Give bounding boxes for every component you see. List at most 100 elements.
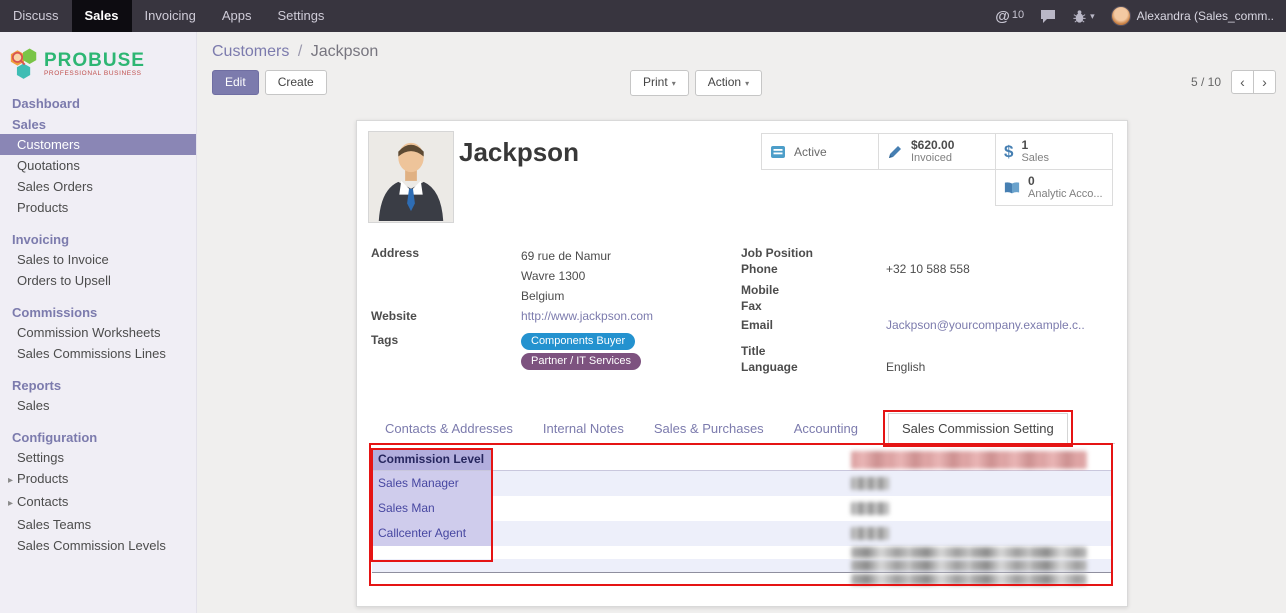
user-menu[interactable]: Alexandra (Sales_comm.. <box>1111 6 1274 26</box>
table-row <box>372 546 1111 559</box>
analytic-stat-button[interactable]: 0 Analytic Acco... <box>995 169 1113 206</box>
print-dropdown[interactable]: Print▾ <box>630 70 689 96</box>
user-name: Alexandra (Sales_comm.. <box>1137 9 1274 23</box>
phone-field: Phone +32 10 588 558 <box>741 262 1115 278</box>
topbar: Discuss Sales Invoicing Apps Settings @ … <box>0 0 1286 32</box>
table-row <box>372 559 1111 572</box>
breadcrumb: Customers / Jackpson <box>197 32 1286 61</box>
tag-partner-it-services: Partner / IT Services <box>521 353 641 370</box>
sidebar-item-config-settings[interactable]: Settings <box>0 447 196 468</box>
caret-down-icon: ▾ <box>672 79 676 88</box>
sidebar-item-reports-sales[interactable]: Sales <box>0 395 196 416</box>
commission-level-cell[interactable]: Sales Manager <box>372 471 492 496</box>
commission-level-cell[interactable]: Sales Man <box>372 496 492 521</box>
customer-photo <box>368 131 454 223</box>
pager-counter: 5 / 10 <box>1191 75 1221 89</box>
sidebar-item-sales-teams[interactable]: Sales Teams <box>0 514 196 535</box>
tab-accounting[interactable]: Accounting <box>794 415 858 443</box>
address-field: Address 69 rue de Namur Wavre 1300 Belgi… <box>371 246 733 306</box>
invoiced-label: Invoiced <box>911 152 954 165</box>
analytic-label: Analytic Acco... <box>1028 188 1103 201</box>
sidebar-section-invoicing[interactable]: Invoicing <box>0 230 196 249</box>
invoiced-stat-button[interactable]: $620.00 Invoiced <box>878 133 996 170</box>
tab-contacts-addresses[interactable]: Contacts & Addresses <box>385 415 513 443</box>
action-buttons: Print▾ Action▾ <box>630 70 762 96</box>
tag-components-buyer: Components Buyer <box>521 333 635 350</box>
messages-button[interactable] <box>1040 9 1056 24</box>
pager-previous-button[interactable]: ‹ <box>1231 70 1254 94</box>
chat-bubble-icon <box>1040 9 1056 24</box>
sidebar-item-quotations[interactable]: Quotations <box>0 155 196 176</box>
sidebar-item-sales-orders[interactable]: Sales Orders <box>0 176 196 197</box>
breadcrumb-customers-link[interactable]: Customers <box>212 43 289 60</box>
debug-menu-button[interactable]: ▾ <box>1072 9 1095 24</box>
sidebar-item-commission-worksheets[interactable]: Commission Worksheets <box>0 322 196 343</box>
create-button[interactable]: Create <box>265 70 327 95</box>
sidebar: PROBUSE PROFESSIONAL BUSINESS Dashboard … <box>0 32 197 613</box>
active-stat-button[interactable]: Active <box>761 133 879 170</box>
table-row[interactable]: Sales Man <box>372 496 1111 521</box>
website-link[interactable]: http://www.jackpson.com <box>521 309 653 323</box>
fax-label: Fax <box>741 299 886 315</box>
action-dropdown[interactable]: Action▾ <box>695 70 762 96</box>
sidebar-item-sales-to-invoice[interactable]: Sales to Invoice <box>0 249 196 270</box>
logo-text: PROBUSE PROFESSIONAL BUSINESS <box>44 52 145 77</box>
sidebar-item-sales-commissions-lines[interactable]: Sales Commissions Lines <box>0 343 196 364</box>
active-toggle-icon <box>770 144 786 160</box>
tab-sales-commission-setting[interactable]: Sales Commission Setting <box>888 413 1068 444</box>
address-country: Belgium <box>521 286 611 306</box>
menu-settings[interactable]: Settings <box>264 0 337 32</box>
redacted-header-cell <box>851 451 1087 469</box>
invoiced-value: $620.00 <box>911 138 954 152</box>
mentions-button[interactable]: @ 10 <box>995 8 1024 25</box>
sidebar-section-commissions[interactable]: Commissions <box>0 303 196 322</box>
table-total-row <box>372 572 1111 585</box>
menu-discuss[interactable]: Discuss <box>0 0 72 32</box>
commission-level-cell[interactable]: Callcenter Agent <box>372 521 492 546</box>
redacted-cell <box>851 574 1087 585</box>
logo-title: PROBUSE <box>44 52 145 70</box>
tab-label: Sales Commission Setting <box>902 421 1054 436</box>
sidebar-item-customers[interactable]: Customers <box>0 134 196 155</box>
table-row[interactable]: Sales Manager <box>372 471 1111 496</box>
website-label: Website <box>371 309 521 323</box>
phone-value: +32 10 588 558 <box>886 262 970 278</box>
tab-internal-notes[interactable]: Internal Notes <box>543 415 624 443</box>
menu-invoicing[interactable]: Invoicing <box>132 0 209 32</box>
menu-sales[interactable]: Sales <box>72 0 132 32</box>
active-stat-label: Active <box>794 145 827 159</box>
sales-count-label: Sales <box>1021 152 1049 165</box>
sidebar-item-orders-to-upsell[interactable]: Orders to Upsell <box>0 270 196 291</box>
edit-button[interactable]: Edit <box>212 70 259 95</box>
address-label: Address <box>371 246 521 306</box>
sidebar-section-dashboard[interactable]: Dashboard <box>0 94 196 113</box>
logo-subtitle: PROFESSIONAL BUSINESS <box>44 70 145 77</box>
email-link[interactable]: Jackpson@yourcompany.example.c.. <box>886 318 1085 334</box>
sidebar-section-reports[interactable]: Reports <box>0 376 196 395</box>
sidebar-nav: Dashboard Sales Customers Quotations Sal… <box>0 94 196 556</box>
language-field: Language English <box>741 360 1115 376</box>
sidebar-item-sales-commission-levels[interactable]: Sales Commission Levels <box>0 535 196 556</box>
sales-stat-button[interactable]: $ 1 Sales <box>995 133 1113 170</box>
redacted-cell <box>851 547 1087 558</box>
tab-sales-purchases[interactable]: Sales & Purchases <box>654 415 764 443</box>
language-value: English <box>886 360 925 376</box>
app-logo[interactable]: PROBUSE PROFESSIONAL BUSINESS <box>0 32 196 90</box>
expand-arrow-icon: ▸ <box>8 498 13 509</box>
tags-label: Tags <box>371 333 521 373</box>
table-header-row: Commission Level <box>372 449 1111 471</box>
phone-label: Phone <box>741 262 886 278</box>
pager-next-button[interactable]: › <box>1253 70 1276 94</box>
sidebar-item-products[interactable]: Products <box>0 197 196 218</box>
commission-level-column-header[interactable]: Commission Level <box>372 449 492 470</box>
sidebar-item-config-contacts[interactable]: ▸Contacts <box>0 491 196 514</box>
table-row[interactable]: Callcenter Agent <box>372 521 1111 546</box>
mobile-label: Mobile <box>741 283 886 299</box>
sidebar-item-config-products[interactable]: ▸Products <box>0 468 196 491</box>
tags-field: Tags Components Buyer Partner / IT Servi… <box>371 333 733 373</box>
redacted-cell <box>851 527 889 540</box>
sidebar-section-configuration[interactable]: Configuration <box>0 428 196 447</box>
notebook-tabs: Contacts & Addresses Internal Notes Sale… <box>371 414 1115 444</box>
menu-apps[interactable]: Apps <box>209 0 265 32</box>
sidebar-section-sales[interactable]: Sales <box>0 115 196 134</box>
